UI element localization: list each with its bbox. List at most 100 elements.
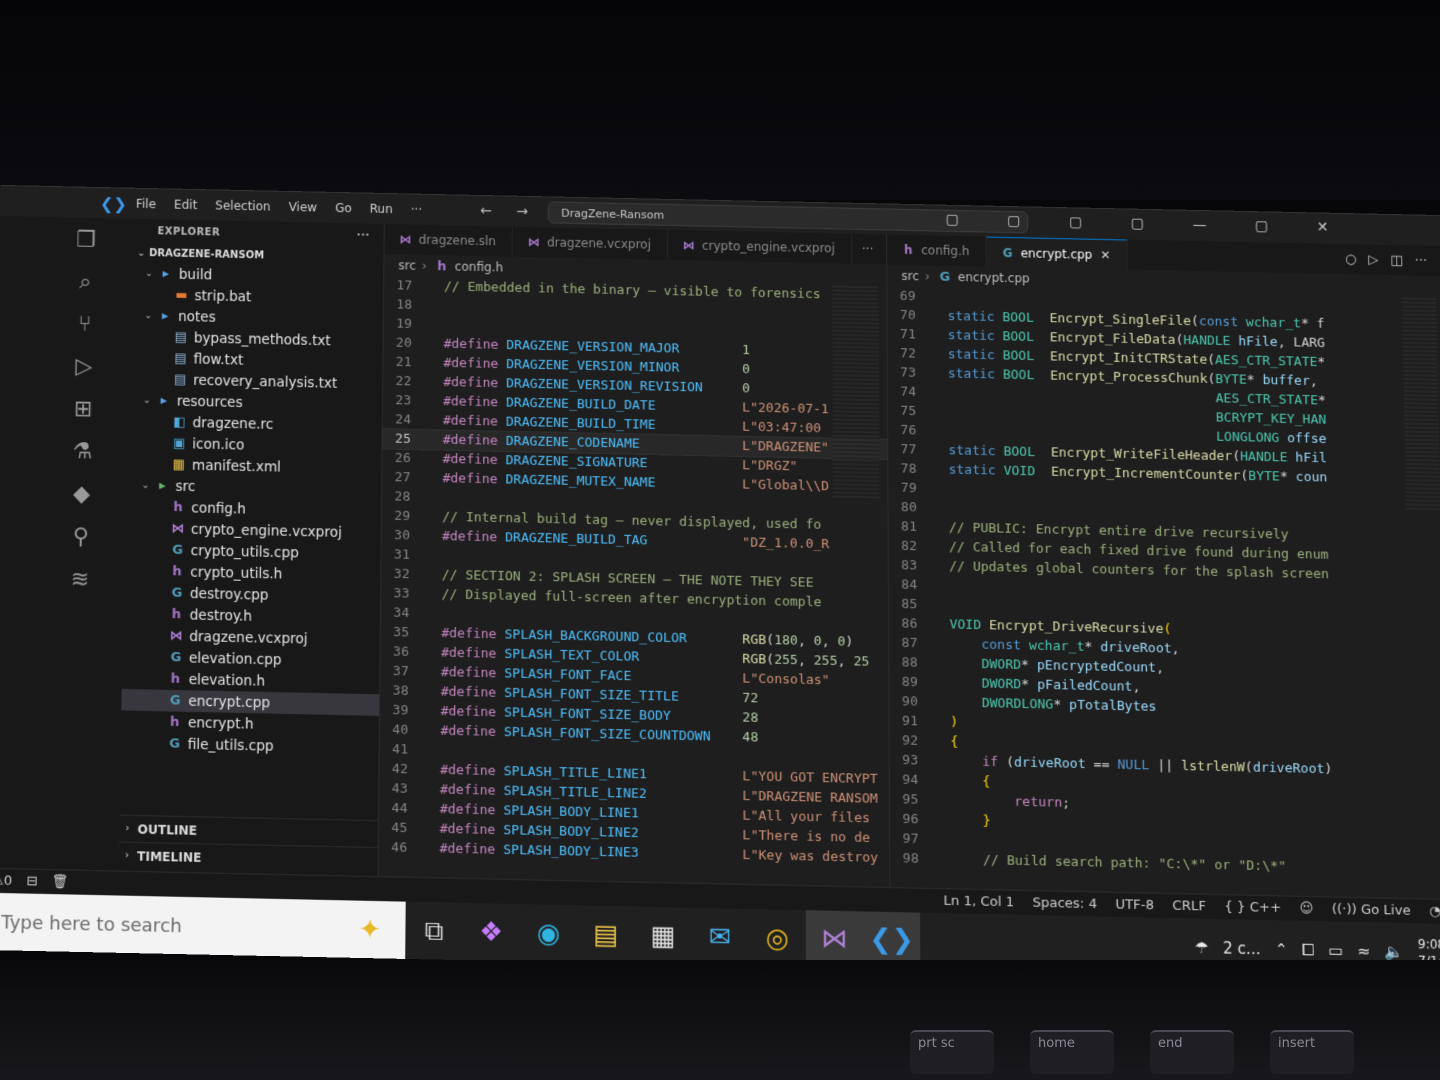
code-token: Encrypt_ProcessChunk xyxy=(1050,368,1208,387)
breadcrumb-file[interactable]: encrypt.cpp xyxy=(958,270,1030,286)
source-control-icon[interactable]: ⑂ xyxy=(71,312,98,339)
code-token: DWORD xyxy=(933,655,1022,674)
wifi-icon[interactable]: ≈ xyxy=(1357,942,1370,961)
explorer-more-button[interactable]: ··· xyxy=(357,230,370,241)
battery-icon[interactable]: ▭ xyxy=(1328,941,1343,960)
code-token: ) xyxy=(845,634,854,650)
encoding[interactable]: UTF-8 xyxy=(1115,897,1154,913)
volume-icon[interactable]: 🔈 xyxy=(1384,942,1403,961)
tab-encrypt-cpp[interactable]: G encrypt.cpp ✕ xyxy=(986,236,1128,270)
split-editor-icon[interactable]: ◫ xyxy=(1390,253,1403,268)
testing-icon[interactable]: ⚗ xyxy=(69,439,96,466)
extensions-icon[interactable]: ⊞ xyxy=(70,396,97,423)
copilot-icon[interactable]: ☺ xyxy=(1299,901,1313,917)
menu-edit[interactable]: Edit xyxy=(174,198,197,212)
ports-icon[interactable]: ⊟ xyxy=(26,874,37,890)
breadcrumb-file[interactable]: config.h xyxy=(455,259,503,274)
line-number: 72 xyxy=(900,346,916,362)
tree-item[interactable]: Gfile_utils.cpp xyxy=(120,732,378,759)
h-file-icon: h xyxy=(437,258,447,274)
code-token: lstrlenW xyxy=(1181,758,1245,776)
trash-icon[interactable]: 🗑 xyxy=(52,874,69,890)
code-token: DRAGZENE_BUILD_TAG xyxy=(505,530,648,549)
breadcrumb-folder[interactable]: src xyxy=(398,258,416,272)
code-token: ( xyxy=(1232,449,1241,465)
code-token: 72 xyxy=(742,690,759,707)
code-token: Encrypt_WriteFileHeader xyxy=(1050,445,1233,465)
line-number: 20 xyxy=(395,335,412,352)
menu-go[interactable]: Go xyxy=(335,201,352,215)
code-editor-config-h[interactable]: 17 // Embedded in the binary — visible t… xyxy=(379,276,890,868)
nav-arrows-icon[interactable]: ← → xyxy=(480,203,538,220)
timeline-section[interactable]: › TIMELINE xyxy=(118,841,378,875)
code-token: const xyxy=(933,636,1029,654)
tree-item-label: flow.txt xyxy=(193,350,244,369)
run-debug-icon[interactable]: ▷ xyxy=(71,354,98,381)
indentation[interactable]: Spaces: 4 xyxy=(1032,895,1097,912)
code-token: Encrypt_SingleFile xyxy=(1049,311,1192,330)
xml-icon: ▦ xyxy=(172,457,186,473)
line-number: 30 xyxy=(394,527,411,544)
tree-item-label: encrypt.cpp xyxy=(188,692,271,712)
language-mode[interactable]: { } C++ xyxy=(1224,899,1281,916)
code-token: L"DRAGZENE RANSOM xyxy=(742,788,878,807)
tab-dragzene-vcxproj[interactable]: ⋈ dragzene.vcxproj xyxy=(512,226,668,260)
taskbar-search[interactable]: Type here to search ✦ xyxy=(0,892,406,960)
code-token: SPLASH_BODY_LINE1 xyxy=(503,803,639,822)
remote-icon[interactable]: ⚲ xyxy=(67,524,94,551)
line-ending[interactable]: CRLF xyxy=(1172,898,1206,914)
menu-file[interactable]: File xyxy=(136,197,156,211)
file-explorer-icon[interactable]: ▤ xyxy=(577,905,634,965)
search-icon[interactable]: ⌕ xyxy=(72,270,99,297)
menu-run[interactable]: Run xyxy=(370,202,393,216)
python-icon[interactable]: ◆ xyxy=(68,481,95,508)
code-editor-encrypt-cpp[interactable]: 69 70 static BOOL Encrypt_SingleFile(cons… xyxy=(887,287,1440,881)
breadcrumb-folder[interactable]: src xyxy=(901,269,919,283)
problems-indicator[interactable]: ⚠0 xyxy=(0,873,12,889)
menu-view[interactable]: View xyxy=(288,200,317,215)
tab-crypto-engine-vcxproj[interactable]: ⋈ crypto_engine.vcxproj xyxy=(667,229,853,264)
chevron-right-icon: › xyxy=(421,258,427,273)
line-number: 27 xyxy=(394,469,411,486)
code-token: * xyxy=(1317,393,1327,409)
notifications-icon[interactable]: ◔ xyxy=(1429,904,1440,920)
code-token: wchar_t xyxy=(1245,315,1302,332)
database-icon[interactable]: ≋ xyxy=(67,567,94,594)
explorer-icon[interactable]: ❐ xyxy=(73,227,100,254)
vs-icon: ⋈ xyxy=(169,628,183,644)
editor-group-right: h config.h G encrypt.cpp ✕ ○ ▷ ◫ ··· src… xyxy=(887,234,1440,900)
run-file-icon[interactable]: ▷ xyxy=(1368,252,1378,267)
edge-icon[interactable]: ◉ xyxy=(520,904,577,964)
compare-icon[interactable]: ○ xyxy=(1345,252,1357,267)
tray-app-icon[interactable]: ⧠ xyxy=(1302,941,1315,960)
line-number: 29 xyxy=(394,508,411,525)
code-token: * xyxy=(1053,697,1070,714)
tab-config-h[interactable]: h config.h xyxy=(887,234,987,267)
clock-time: 9:08 xyxy=(1417,936,1440,952)
tabs-more-button[interactable]: ··· xyxy=(852,234,884,265)
copilot-app-icon[interactable]: ❖ xyxy=(462,903,520,963)
weather-icon[interactable]: ☂ xyxy=(1195,938,1209,957)
go-live-button[interactable]: ((·)) Go Live xyxy=(1332,902,1411,919)
menu-selection[interactable]: Selection xyxy=(215,198,271,213)
code-token: #define xyxy=(426,432,506,449)
tree-item-label: file_utils.cpp xyxy=(187,736,274,755)
mail-icon[interactable]: ✉ xyxy=(691,908,748,968)
more-actions-icon[interactable]: ··· xyxy=(1415,253,1428,268)
close-icon[interactable]: ✕ xyxy=(1100,247,1110,261)
code-token: #define xyxy=(426,470,506,488)
code-token: #define xyxy=(426,528,506,546)
minimap[interactable] xyxy=(1401,297,1440,511)
code-token: L"All your files xyxy=(742,808,871,827)
code-token: HANDLE xyxy=(1240,449,1296,466)
cursor-position[interactable]: Ln 1, Col 1 xyxy=(943,893,1014,910)
weather-text[interactable]: 2 c... xyxy=(1223,939,1261,959)
chevron-up-icon[interactable]: ⌃ xyxy=(1275,940,1288,959)
tab-dragzene-sln[interactable]: ⋈ dragzene.sln xyxy=(384,223,514,257)
minimap[interactable] xyxy=(832,285,880,499)
store-icon[interactable]: ▦ xyxy=(634,907,691,967)
menu-more[interactable]: ··· xyxy=(411,203,423,217)
line-number: 46 xyxy=(391,840,408,856)
task-view-icon[interactable]: ⧉ xyxy=(405,902,463,962)
